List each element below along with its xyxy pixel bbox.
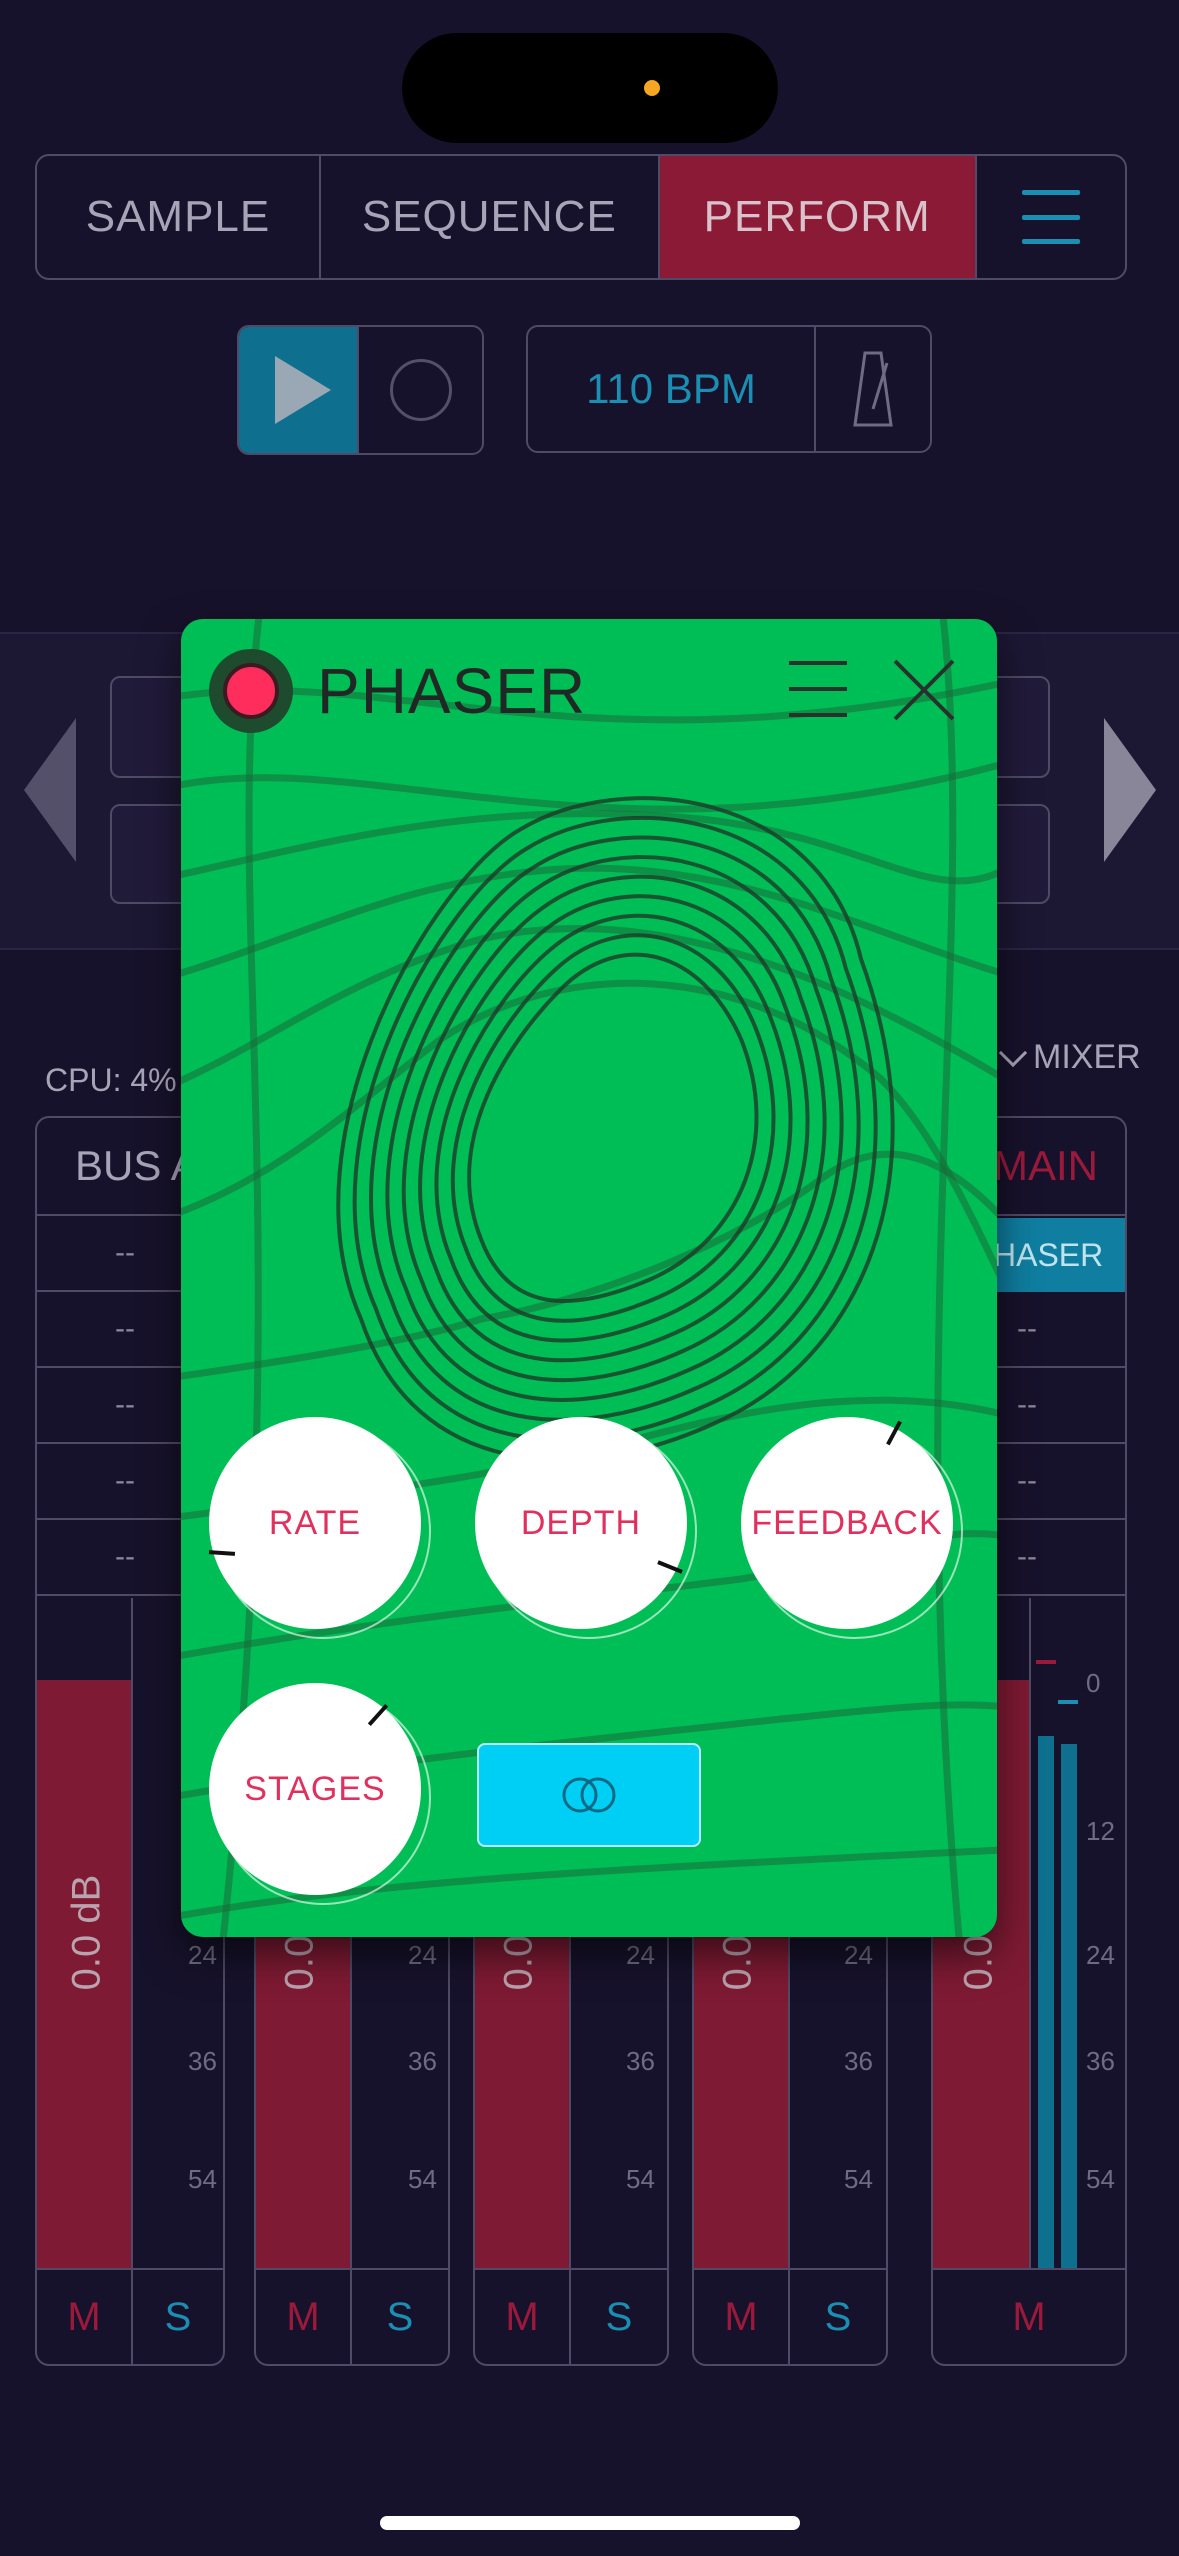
fader-level: 0.0 dB <box>64 1874 109 1991</box>
scale-label: 36 <box>844 2046 873 2076</box>
power-toggle[interactable] <box>209 649 293 733</box>
knob-indicator <box>208 1550 236 1556</box>
scale-label: 54 <box>1086 2164 1115 2194</box>
scale-label: 24 <box>408 1940 437 1970</box>
tab-sample[interactable]: SAMPLE <box>37 156 321 278</box>
divider <box>1029 1598 1031 2268</box>
knob-label: FEEDBACK <box>751 1503 943 1542</box>
mute-button[interactable]: M <box>933 2270 1125 2364</box>
scale-label: 12 <box>1086 1816 1115 1846</box>
scale-label: 24 <box>188 1940 217 1970</box>
effect-title: PHASER <box>317 655 587 727</box>
close-icon[interactable] <box>893 659 955 721</box>
mute-solo-row: M S <box>475 2268 667 2364</box>
mode-tab-bar: SAMPLE SEQUENCE PERFORM <box>35 154 1127 280</box>
mute-solo-row: M S <box>37 2268 223 2364</box>
stages-knob[interactable]: STAGES <box>209 1683 431 1905</box>
record-icon <box>389 359 452 421</box>
scale-label: 24 <box>844 1940 873 1970</box>
mute-button[interactable]: M <box>256 2270 352 2364</box>
tab-perform[interactable]: PERFORM <box>659 156 977 278</box>
previous-arrow-icon[interactable] <box>24 718 76 862</box>
chevron-down-icon <box>998 1038 1028 1067</box>
play-icon <box>275 356 331 424</box>
mute-button[interactable]: M <box>37 2270 133 2364</box>
stereo-link-icon <box>562 1777 616 1813</box>
peak-indicator-left <box>1036 1660 1056 1664</box>
status-dot <box>644 80 660 96</box>
tab-sequence[interactable]: SEQUENCE <box>321 156 660 278</box>
mixer-label: MIXER <box>1033 1038 1141 1076</box>
divider <box>131 1598 133 2268</box>
transport-controls <box>237 325 484 455</box>
knob-label: STAGES <box>244 1769 386 1808</box>
next-arrow-icon[interactable] <box>1104 718 1156 862</box>
solo-button[interactable]: S <box>352 2270 448 2364</box>
play-button[interactable] <box>239 327 357 453</box>
stereo-link-button[interactable] <box>477 1743 701 1847</box>
mute-solo-row: M S <box>256 2268 448 2364</box>
depth-knob[interactable]: DEPTH <box>475 1417 697 1639</box>
scale-label: 36 <box>408 2046 437 2076</box>
record-button[interactable] <box>357 327 482 453</box>
scale-label: 0 <box>1086 1668 1101 1698</box>
scale-label: 24 <box>1086 1940 1115 1970</box>
main-menu-button[interactable] <box>977 156 1125 278</box>
solo-button[interactable]: S <box>790 2270 886 2364</box>
scale-label: 54 <box>188 2164 217 2194</box>
cpu-indicator: CPU: 4% <box>45 1062 177 1098</box>
power-led-icon <box>223 663 279 719</box>
metronome-icon <box>853 351 893 427</box>
effect-menu-button[interactable] <box>789 661 847 717</box>
scale-label: 36 <box>1086 2046 1115 2076</box>
mute-solo-row: M S <box>694 2268 886 2364</box>
mute-row: M <box>933 2268 1125 2364</box>
scale-label: 54 <box>626 2164 655 2194</box>
scale-label: 54 <box>844 2164 873 2194</box>
scale-label: 36 <box>188 2046 217 2076</box>
dynamic-island <box>402 33 778 143</box>
mute-button[interactable]: M <box>475 2270 571 2364</box>
phaser-effect-panel: PHASER RATE DEPTH FEEDBACK STAGES <box>181 619 997 1937</box>
solo-button[interactable]: S <box>571 2270 667 2364</box>
level-meter-left <box>1038 1736 1054 2268</box>
level-meter-right <box>1061 1744 1077 2268</box>
mixer-toggle[interactable]: MIXER <box>998 1038 1141 1077</box>
knob-label: DEPTH <box>520 1503 642 1542</box>
metronome-button[interactable] <box>816 327 930 451</box>
hamburger-icon <box>1021 190 1080 244</box>
tempo-controls: 110 BPM <box>526 325 932 453</box>
knob-label: RATE <box>268 1503 362 1542</box>
home-indicator[interactable] <box>380 2516 800 2530</box>
scale-label: 54 <box>408 2164 437 2194</box>
rate-knob[interactable]: RATE <box>208 1417 431 1639</box>
scale-label: 24 <box>626 1940 655 1970</box>
scale-label: 36 <box>626 2046 655 2076</box>
peak-indicator-right <box>1058 1700 1078 1704</box>
feedback-knob[interactable]: FEEDBACK <box>741 1417 963 1639</box>
solo-button[interactable]: S <box>133 2270 223 2364</box>
mute-button[interactable]: M <box>694 2270 790 2364</box>
bpm-display[interactable]: 110 BPM <box>528 327 816 451</box>
